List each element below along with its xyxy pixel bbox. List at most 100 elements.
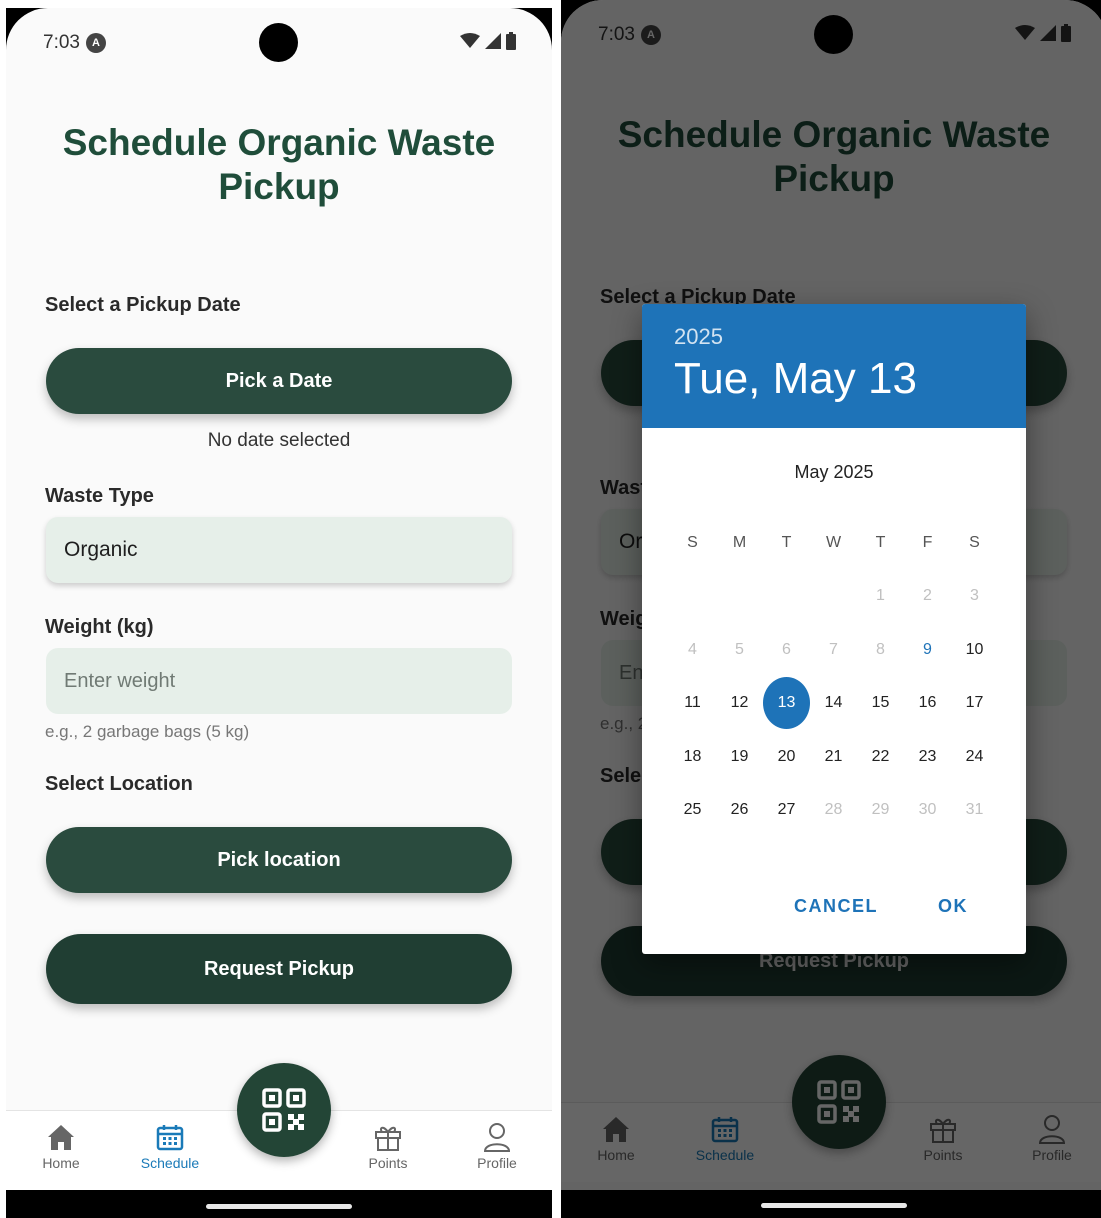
nav-home-label: Home (42, 1155, 80, 1171)
calendar-day-number: 9 (923, 640, 932, 658)
home-indicator[interactable] (761, 1203, 907, 1208)
calendar-day[interactable]: 26 (716, 784, 763, 838)
calendar-day-number: 8 (876, 640, 885, 658)
calendar-day-number: 29 (871, 801, 890, 819)
calendar-day-number: 3 (970, 587, 979, 605)
nav-home[interactable]: Home (16, 1119, 106, 1171)
system-icons (460, 32, 516, 50)
nav-profile-label: Profile (477, 1155, 517, 1171)
home-indicator[interactable] (206, 1204, 352, 1209)
calendar-day: 3 (951, 570, 998, 624)
signal-icon (485, 33, 501, 49)
weight-hint: e.g., 2 garbage bags (5 kg) (45, 722, 250, 741)
calendar-day[interactable]: 27 (763, 784, 810, 838)
weekday-label: M (732, 533, 747, 551)
weekday-label: F (922, 533, 933, 551)
date-picker-selected-date: Tue, May 13 (674, 354, 917, 403)
calendar-day[interactable]: 25 (669, 784, 716, 838)
calendar-day-number: 22 (871, 747, 890, 765)
calendar-grid: S M T W T F S 1 2 3 4 5 6 7 8 9 10 11 12 13 14 15 16 17 18 19 20 21… (669, 516, 999, 837)
calendar-day: 4 (669, 623, 716, 677)
calendar-day[interactable]: 16 (904, 677, 951, 731)
battery-icon (506, 32, 516, 50)
calendar-month-title: May 2025 (794, 462, 874, 482)
calendar-day[interactable]: 17 (951, 677, 998, 731)
calendar-day[interactable]: 24 (951, 730, 998, 784)
calendar-day-number: 5 (735, 640, 744, 658)
calendar-day[interactable]: 14 (810, 677, 857, 731)
calendar-day[interactable]: 10 (951, 623, 998, 677)
calendar-day: 5 (716, 623, 763, 677)
page-title: Schedule Organic Waste Pickup (62, 122, 496, 207)
pick-location-button[interactable]: Pick location (46, 827, 512, 893)
nav-points[interactable]: Points (343, 1119, 433, 1171)
calendar-day[interactable]: 21 (810, 730, 857, 784)
calendar-day[interactable]: 11 (669, 677, 716, 731)
calendar-empty-cell (716, 570, 763, 624)
calendar-day: 29 (857, 784, 904, 838)
ok-button[interactable]: OK (938, 896, 968, 917)
calendar-day[interactable]: 18 (669, 730, 716, 784)
calendar-day: 1 (857, 570, 904, 624)
request-pickup-button[interactable]: Request Pickup (46, 934, 512, 1004)
waste-type-field[interactable]: Organic (46, 517, 512, 583)
calendar-day-number: 14 (824, 694, 843, 712)
calendar-day-number: 11 (684, 694, 701, 712)
wifi-icon (460, 33, 480, 48)
calendar-day-number: 18 (683, 747, 702, 765)
cancel-button[interactable]: CANCEL (794, 896, 878, 917)
weekday-header-row: SMTWTFS (669, 516, 999, 570)
calendar-day-number: 21 (824, 747, 843, 765)
calendar-day-number: 6 (782, 640, 791, 658)
calendar-day-selected[interactable]: 13 (763, 677, 810, 731)
calendar-day: 30 (904, 784, 951, 838)
calendar-day-number: 27 (777, 801, 796, 819)
calendar-day: 2 (904, 570, 951, 624)
date-picker-header: 2025 Tue, May 13 (642, 304, 1026, 428)
calendar-week-row: 11 12 13 14 15 16 17 (669, 677, 999, 731)
weekday-label: T (875, 533, 886, 551)
app-badge-icon: A (85, 33, 106, 53)
calendar-empty-cell (669, 570, 716, 624)
calendar-day-number: 17 (965, 694, 984, 712)
calendar-day-number: 28 (824, 801, 843, 819)
nav-schedule-label: Schedule (140, 1155, 200, 1171)
phone-date-picker-screen: 7:03 A Schedule Organic Waste Pickup Sel… (561, 0, 1101, 1218)
calendar-day-number: 20 (777, 747, 796, 765)
calendar-day-number: 12 (730, 694, 749, 712)
calendar-day[interactable]: 23 (904, 730, 951, 784)
calendar-day[interactable]: 15 (857, 677, 904, 731)
calendar-week-row: 1 2 3 (669, 570, 999, 624)
calendar-day-number: 2 (923, 587, 932, 605)
weight-input[interactable]: Enter weight (46, 648, 512, 714)
pick-date-button[interactable]: Pick a Date (46, 348, 512, 414)
calendar-day: 31 (951, 784, 998, 838)
calendar-day-number: 16 (918, 694, 937, 712)
calendar-day-number: 7 (829, 640, 838, 658)
calendar-day: 7 (810, 623, 857, 677)
location-label: Select Location (45, 773, 193, 795)
calendar-icon (156, 1125, 184, 1151)
app-screen: 7:03 A Schedule Organic Waste Pickup Sel… (6, 8, 552, 1190)
date-picker-dialog: 2025 Tue, May 13 May 2025 SMTWTFS1234567… (642, 304, 1026, 954)
calendar-day[interactable]: 19 (716, 730, 763, 784)
calendar-day-number: 1 (876, 587, 885, 605)
calendar-day-number: 24 (965, 747, 984, 765)
calendar-day-number: 30 (918, 801, 937, 819)
weekday-label: T (781, 533, 792, 551)
nav-schedule[interactable]: Schedule (125, 1119, 215, 1171)
date-status-text: No date selected (207, 430, 351, 451)
calendar-day[interactable]: 9 (904, 623, 951, 677)
calendar-day[interactable]: 20 (763, 730, 810, 784)
date-picker-year[interactable]: 2025 (674, 324, 994, 350)
weekday-label: S (969, 533, 980, 551)
calendar-day-number: 13 (763, 677, 810, 730)
scan-qr-button[interactable] (237, 1063, 331, 1157)
weight-label: Weight (kg) (45, 616, 154, 638)
calendar-day[interactable]: 22 (857, 730, 904, 784)
app-screen-dimmed: 7:03 A Schedule Organic Waste Pickup Sel… (561, 0, 1101, 1190)
camera-cutout (259, 23, 298, 62)
weekday-label: W (825, 533, 842, 551)
nav-profile[interactable]: Profile (452, 1119, 542, 1171)
calendar-day[interactable]: 12 (716, 677, 763, 731)
